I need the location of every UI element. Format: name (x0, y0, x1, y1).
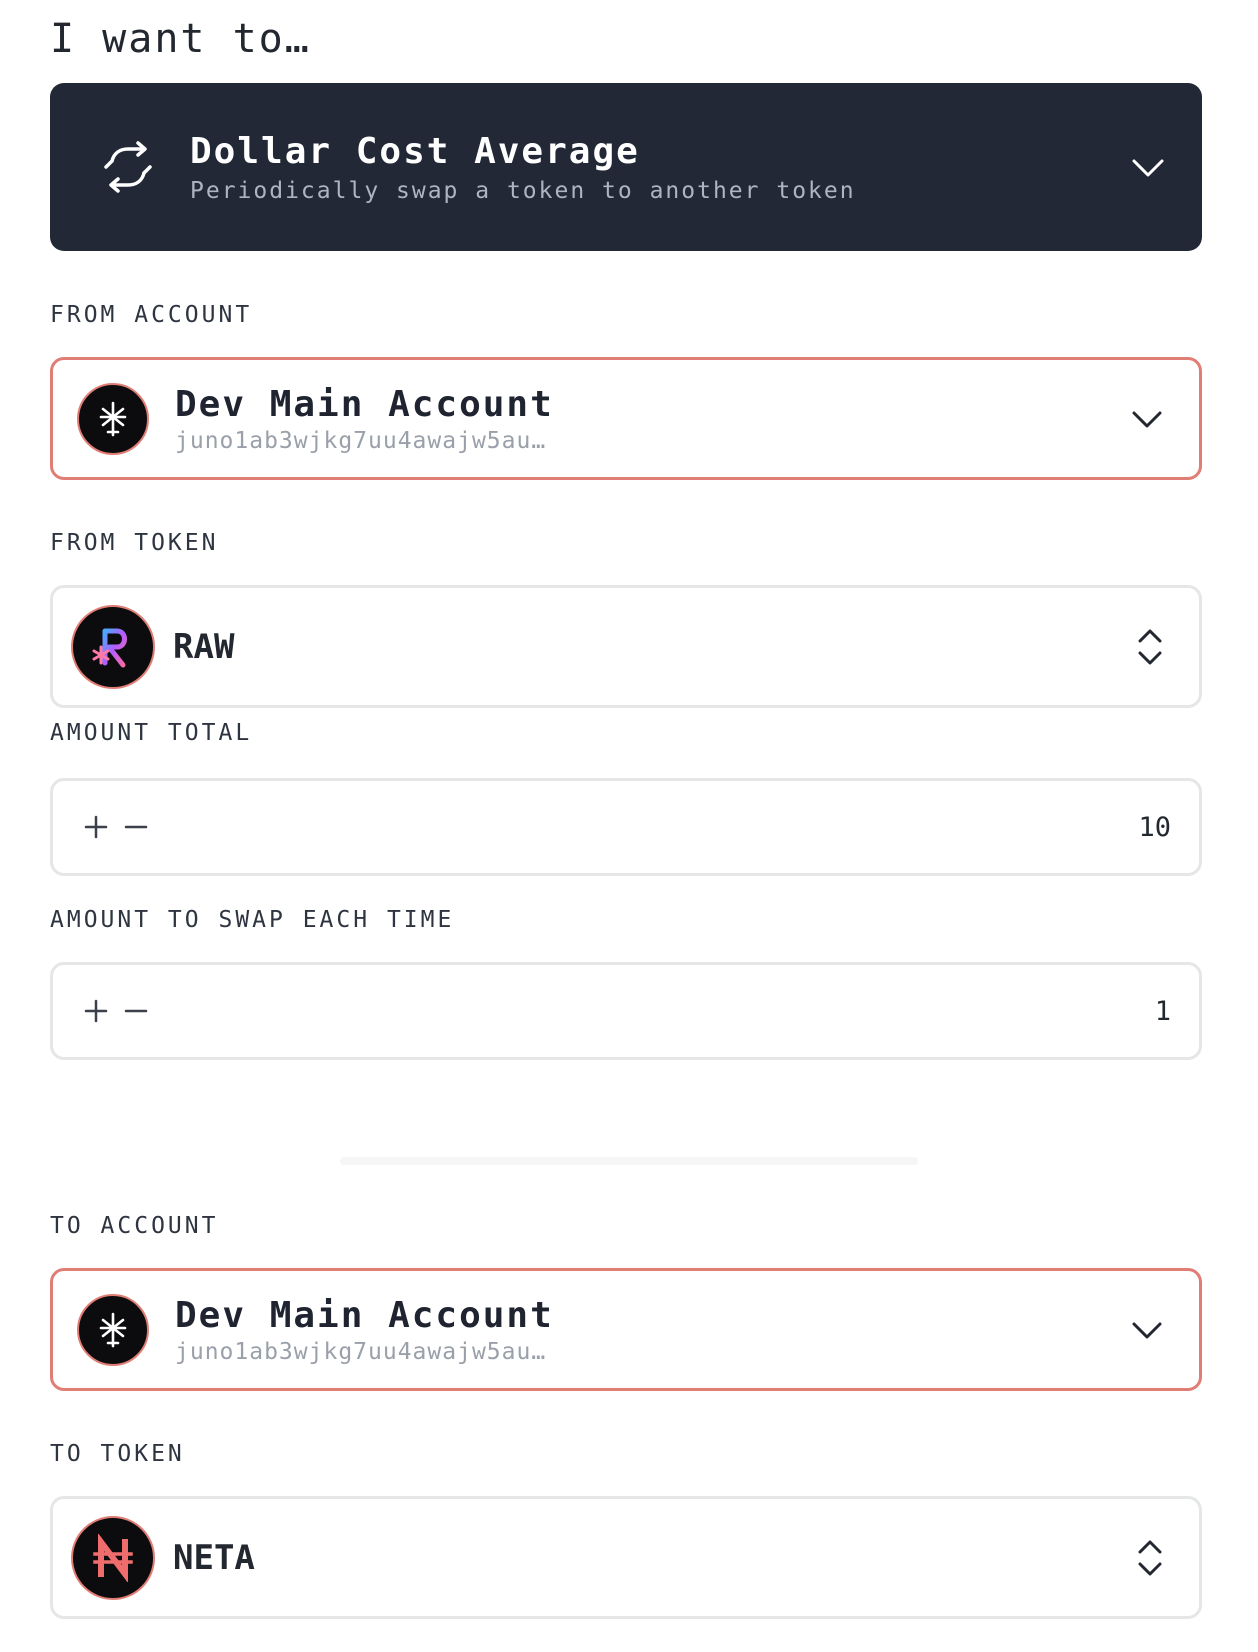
minus-icon (124, 1009, 148, 1013)
decrement-button[interactable] (123, 814, 149, 840)
decrement-button[interactable] (123, 998, 149, 1024)
amount-each-label: AMOUNT TO SWAP EACH TIME (50, 907, 455, 933)
section-divider (340, 1157, 918, 1165)
amount-total-label: AMOUNT TOTAL (50, 720, 253, 746)
raw-token-icon (71, 604, 155, 689)
juno-icon (99, 401, 127, 436)
to-account-select[interactable]: Dev Main Account juno1ab3wjkg7uu4awajw5a… (50, 1268, 1202, 1391)
strategy-select[interactable]: Dollar Cost Average Periodically swap a … (50, 83, 1202, 251)
chevron-down-icon (1132, 1322, 1162, 1338)
strategy-title: Dollar Cost Average (190, 131, 640, 172)
amount-each-field (50, 962, 1202, 1060)
juno-icon (99, 1312, 127, 1347)
from-account-address: juno1ab3wjkg7uu4awajw5au… (175, 427, 547, 454)
neta-token-icon (71, 1515, 155, 1600)
chevron-down-icon (1132, 411, 1162, 427)
to-token-label: TO TOKEN (50, 1441, 185, 1467)
account-avatar (77, 1293, 149, 1366)
amount-each-input[interactable] (149, 994, 1173, 1028)
increment-button[interactable] (83, 814, 109, 840)
from-account-select[interactable]: Dev Main Account juno1ab3wjkg7uu4awajw5a… (50, 357, 1202, 480)
from-token-label: FROM TOKEN (50, 530, 219, 556)
swap-icon (104, 141, 152, 193)
plus-icon (84, 815, 108, 839)
minus-icon (124, 825, 148, 829)
amount-total-input[interactable] (149, 810, 1173, 844)
from-account-name: Dev Main Account (175, 383, 554, 425)
strategy-subtitle: Periodically swap a token to another tok… (190, 178, 856, 204)
account-avatar (77, 382, 149, 455)
from-token-symbol: RAW (173, 626, 235, 667)
to-token-symbol: NETA (173, 1537, 255, 1578)
plus-icon (84, 999, 108, 1023)
chevron-down-icon (1132, 159, 1164, 177)
page-heading: I want to… (50, 16, 311, 62)
to-token-select[interactable]: NETA (50, 1496, 1202, 1619)
amount-total-field (50, 778, 1202, 876)
chevron-up-down-icon (1138, 1540, 1162, 1575)
chevron-up-down-icon (1138, 629, 1162, 664)
increment-button[interactable] (83, 998, 109, 1024)
from-token-select[interactable]: RAW (50, 585, 1202, 708)
to-account-label: TO ACCOUNT (50, 1213, 219, 1239)
to-account-name: Dev Main Account (175, 1294, 554, 1336)
from-account-label: FROM ACCOUNT (50, 302, 253, 328)
to-account-address: juno1ab3wjkg7uu4awajw5au… (175, 1338, 547, 1365)
